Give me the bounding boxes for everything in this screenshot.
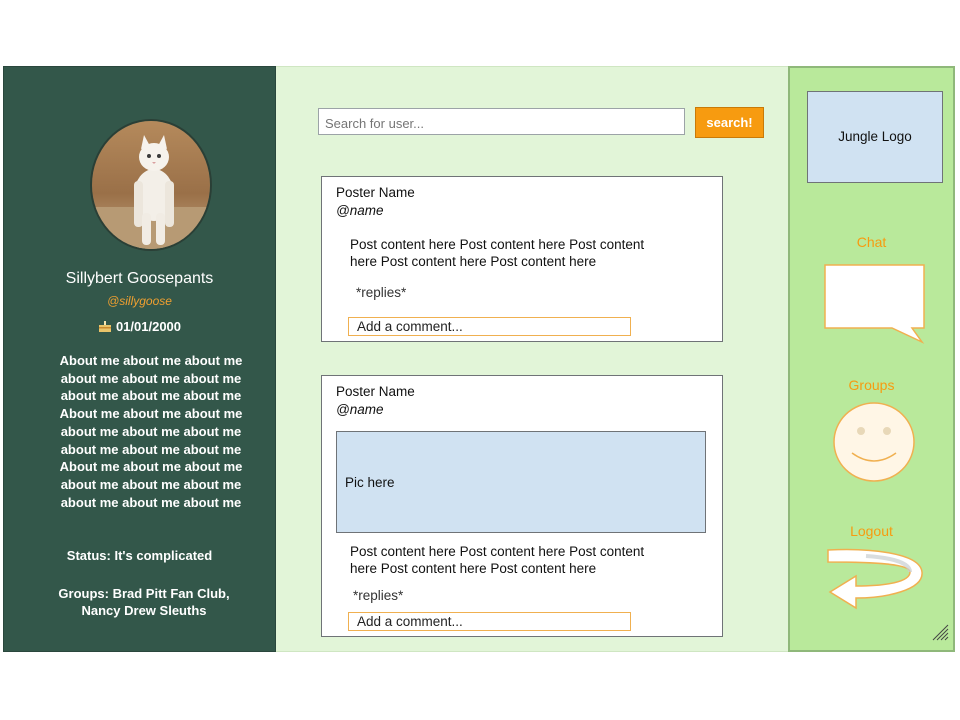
search-input[interactable] xyxy=(318,108,685,135)
post-content: Post content here Post content here Post… xyxy=(350,543,695,577)
about-line: About me about me about me xyxy=(59,353,243,368)
poster-name[interactable]: Poster Name xyxy=(336,384,415,399)
profile-display-name: Sillybert Goosepants xyxy=(65,270,214,287)
replies-link[interactable]: *replies* xyxy=(356,285,406,300)
cake-icon xyxy=(98,320,112,332)
poster-handle[interactable]: @name xyxy=(336,402,383,417)
groups-line: Groups: Brad Pitt Fan Club, xyxy=(58,586,230,601)
chat-bubble-icon[interactable] xyxy=(824,264,928,353)
nav-sidebar: Jungle Logo Chat Groups Logout xyxy=(788,66,955,652)
profile-groups: Groups: Brad Pitt Fan Club, Nancy Drew S… xyxy=(34,585,254,619)
post-content: Post content here Post content here Post… xyxy=(350,236,695,270)
smiley-icon[interactable] xyxy=(832,401,916,488)
profile-birthday: 01/01/2000 xyxy=(4,319,275,334)
nav-chat-label[interactable]: Chat xyxy=(790,234,953,250)
comment-input[interactable]: Add a comment... xyxy=(348,317,631,336)
about-line: about me about me about me xyxy=(60,476,242,492)
post-image-label: Pic here xyxy=(345,475,395,490)
about-line: about me about me about me xyxy=(60,423,242,439)
about-line: About me about me about me xyxy=(59,406,243,422)
about-line: about me about me about me xyxy=(60,370,242,386)
feed-panel: search! Poster Name @name Post content h… xyxy=(276,66,789,652)
resize-handle-icon[interactable] xyxy=(931,623,949,646)
birthday-date: 01/01/2000 xyxy=(115,319,182,334)
search-button[interactable]: search! xyxy=(695,107,764,138)
post-image[interactable]: Pic here xyxy=(336,431,706,533)
nav-groups-label[interactable]: Groups xyxy=(790,377,953,393)
poster-handle[interactable]: @name xyxy=(336,203,383,218)
post-content-line: here Post content here Post content here xyxy=(350,561,597,576)
post-content-line: here Post content here Post content here xyxy=(350,254,597,269)
post-content-line: Post content here Post content here Post… xyxy=(350,237,645,252)
post-card: Poster Name @name Post content here Post… xyxy=(321,176,723,342)
poster-name[interactable]: Poster Name xyxy=(336,185,415,200)
logout-arrow-icon[interactable] xyxy=(826,546,926,621)
comment-input[interactable]: Add a comment... xyxy=(348,612,631,631)
about-line: About me about me about me xyxy=(59,459,243,475)
about-me: About me about me about me about me abou… xyxy=(48,352,254,511)
about-line: about me about me about me xyxy=(60,494,242,510)
profile-handle: @sillygoose xyxy=(107,294,172,308)
post-card: Poster Name @name Pic here Post content … xyxy=(321,375,723,637)
avatar[interactable] xyxy=(90,119,212,251)
replies-link[interactable]: *replies* xyxy=(353,588,403,603)
about-line: about me about me about me xyxy=(60,388,242,404)
nav-logout-label[interactable]: Logout xyxy=(790,523,953,539)
post-content-line: Post content here Post content here Post… xyxy=(350,544,645,559)
about-line: about me about me about me xyxy=(60,441,242,457)
groups-line: Nancy Drew Sleuths xyxy=(81,603,207,618)
app-logo[interactable]: Jungle Logo xyxy=(807,91,943,183)
profile-panel: Sillybert Goosepants @sillygoose 01/01/2… xyxy=(3,66,276,652)
cat-photo xyxy=(92,121,210,249)
relationship-status: Status: It's complicated xyxy=(66,548,213,563)
